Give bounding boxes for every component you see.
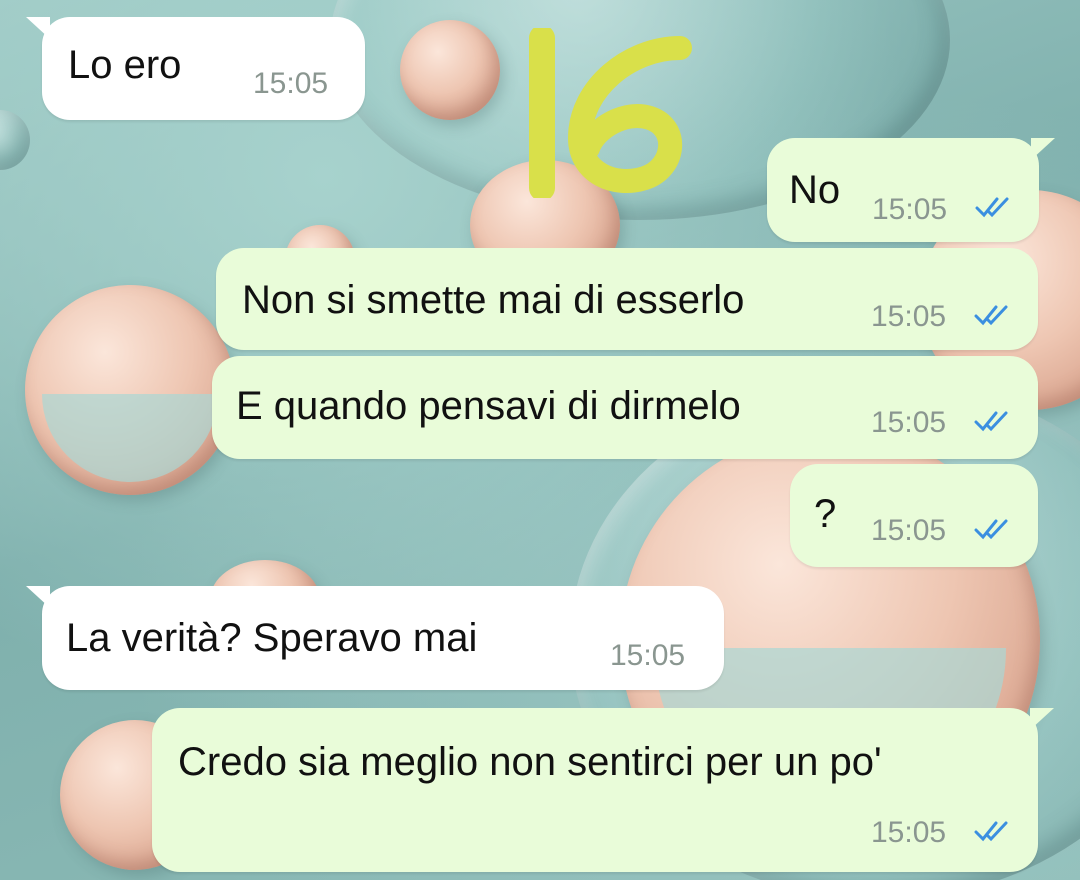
message-time: 15:05: [871, 300, 947, 333]
bubble-tail: [26, 586, 50, 608]
message-text: ?: [814, 492, 837, 536]
bubble-tail: [26, 17, 50, 39]
double-check-read-icon: [974, 519, 1008, 540]
message-text: Lo ero: [68, 43, 182, 87]
double-check-read-icon: [974, 305, 1008, 326]
wallpaper-pearl-sphere: [400, 20, 500, 120]
message-bubble-incoming[interactable]: La verità? Speravo mai 15:05: [26, 586, 724, 690]
message-time: 15:05: [871, 406, 947, 439]
message-text: E quando pensavi di dirmelo: [236, 384, 741, 428]
double-check-read-icon: [975, 197, 1009, 218]
message-bubble-outgoing[interactable]: No 15:05: [767, 138, 1055, 242]
double-check-read-icon: [974, 821, 1008, 842]
message-bubble-outgoing[interactable]: E quando pensavi di dirmelo 15:05: [212, 356, 1038, 459]
message-bubble-incoming[interactable]: Lo ero 15:05: [26, 17, 365, 120]
bubble-tail: [1030, 708, 1054, 730]
wallpaper-glass-sphere: [0, 110, 30, 170]
message-bubble-outgoing[interactable]: ? 15:05: [790, 464, 1038, 567]
message-time: 15:05: [871, 816, 947, 849]
message-bubble-outgoing[interactable]: Non si smette mai di esserlo 15:05: [216, 248, 1038, 350]
message-time: 15:05: [253, 67, 329, 100]
message-time: 15:05: [872, 193, 948, 226]
message-bubble-outgoing[interactable]: Credo sia meglio non sentirci per un po'…: [152, 708, 1054, 872]
handwritten-number-annotation: 16: [529, 28, 692, 198]
message-text: No: [789, 168, 841, 212]
message-time: 15:05: [610, 639, 686, 672]
wallpaper-pearl-sphere: [25, 285, 235, 495]
bubble-tail: [1031, 138, 1055, 160]
message-time: 15:05: [871, 514, 947, 547]
double-check-read-icon: [974, 411, 1008, 432]
message-text: La verità? Speravo mai: [66, 616, 478, 660]
message-text: Credo sia meglio non sentirci per un po': [178, 740, 882, 784]
message-text: Non si smette mai di esserlo: [242, 278, 745, 322]
